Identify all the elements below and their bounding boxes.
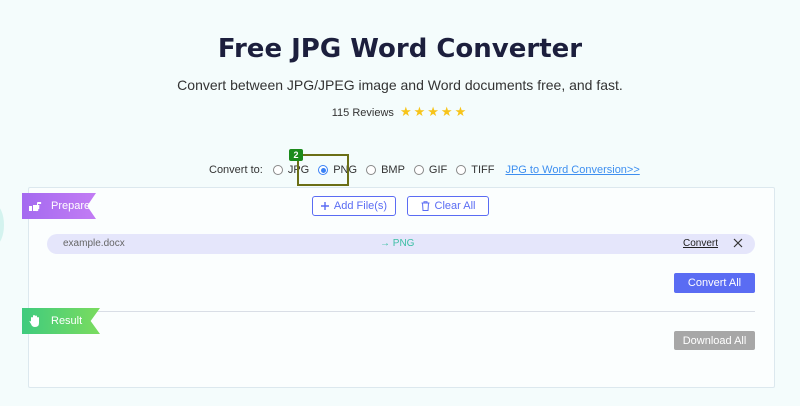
close-icon[interactable]	[733, 238, 743, 251]
marker-badge: 2	[289, 149, 303, 161]
plus-icon	[320, 202, 329, 210]
hand-icon	[28, 314, 42, 328]
background-decoration	[0, 205, 4, 245]
rating-stars[interactable]: ★★★★★	[400, 104, 468, 119]
reviews-summary: 115 Reviews ★★★★★	[0, 104, 800, 120]
radio-bmp[interactable]	[366, 165, 377, 175]
download-all-button[interactable]: Download All	[674, 331, 755, 350]
trash-icon	[421, 201, 430, 211]
pointing-hand-icon	[28, 199, 42, 213]
prepare-tag-label: Prepare	[51, 200, 91, 212]
file-row: example.docx → PNG Convert	[47, 234, 755, 254]
convert-to-label: Convert to:	[209, 164, 263, 176]
format-option-tiff[interactable]: TIFF	[456, 164, 494, 176]
result-tag-label: Result	[51, 315, 83, 327]
clear-all-button[interactable]: Clear All	[407, 196, 489, 216]
convert-file-button[interactable]: Convert	[683, 238, 718, 249]
radio-gif[interactable]	[413, 165, 424, 175]
prepare-tag: Prepare	[22, 193, 96, 219]
format-option-bmp[interactable]: BMP	[366, 164, 405, 176]
reviews-count: 115 Reviews	[331, 107, 394, 119]
target-format: → PNG	[380, 238, 415, 249]
format-option-gif[interactable]: GIF	[413, 164, 447, 176]
convert-all-button[interactable]: Convert All	[674, 273, 755, 293]
page-title: Free JPG Word Converter	[217, 34, 583, 64]
radio-jpg[interactable]	[272, 165, 283, 175]
result-tag: Result	[22, 308, 100, 334]
jpg-to-word-link[interactable]: JPG to Word Conversion>>	[505, 164, 639, 176]
section-divider	[47, 311, 755, 312]
converter-panel	[28, 187, 775, 388]
radio-tiff[interactable]	[456, 165, 467, 175]
file-name: example.docx	[63, 238, 125, 249]
selection-highlight	[297, 154, 349, 186]
add-files-button[interactable]: Add File(s)	[312, 196, 396, 216]
convert-to-options: Convert to: JPG PNG BMP GIF TIFF JPG to …	[209, 162, 640, 178]
page-subtitle: Convert between JPG/JPEG image and Word …	[177, 77, 623, 93]
